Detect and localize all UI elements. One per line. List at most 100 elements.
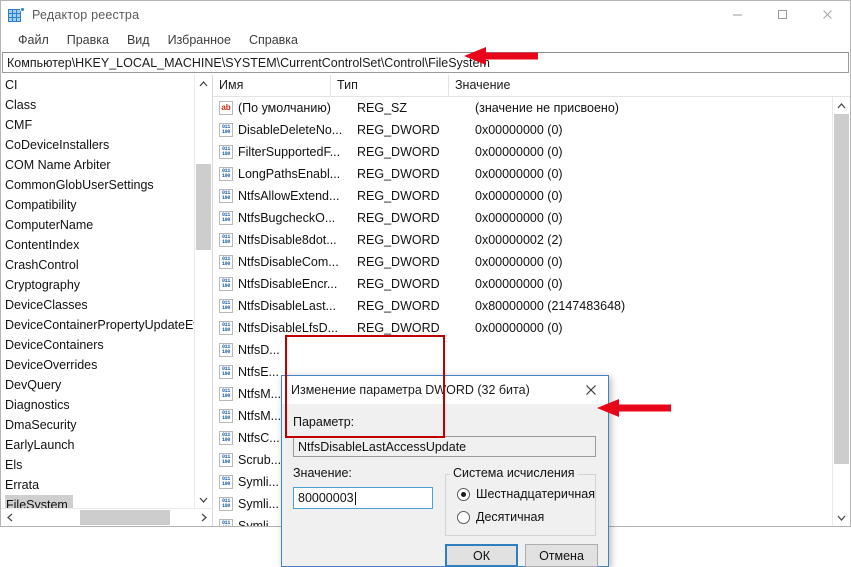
tree-item[interactable]: Diagnostics	[1, 395, 194, 415]
column-header-name[interactable]: Имя	[213, 75, 331, 96]
tree-hscroll-thumb[interactable]	[80, 510, 170, 525]
tree-item[interactable]: FileSystem	[1, 495, 194, 508]
tree-hscroll-track[interactable]	[18, 509, 195, 526]
tree-item[interactable]: DeviceContainerPropertyUpdateEver	[1, 315, 194, 335]
menu-bar: Файл Правка Вид Избранное Справка	[1, 28, 850, 52]
radio-knob-icon	[457, 488, 470, 501]
dword-value-icon: 011100	[219, 255, 233, 269]
scroll-right-icon[interactable]	[195, 509, 212, 526]
dword-value-icon: 011100	[219, 189, 233, 203]
dword-value-icon: 011100	[219, 475, 233, 489]
table-row[interactable]: 011100NtfsDisableLast...REG_DWORD0x80000…	[213, 295, 832, 317]
radio-decimal[interactable]: Десятичная	[457, 510, 544, 524]
tree-item[interactable]: ComputerName	[1, 215, 194, 235]
tree-item[interactable]: CI	[1, 75, 194, 95]
dialog-title: Изменение параметра DWORD (32 бита)	[282, 383, 530, 397]
table-row[interactable]: 011100NtfsDisableCom...REG_DWORD0x000000…	[213, 251, 832, 273]
base-group-label: Система исчисления	[450, 466, 578, 480]
parameter-name-field[interactable]: NtfsDisableLastAccessUpdate	[293, 436, 596, 457]
address-input[interactable]: Компьютер\HKEY_LOCAL_MACHINE\SYSTEM\Curr…	[2, 52, 849, 73]
cell-type: REG_DWORD	[351, 167, 469, 181]
menu-item-view[interactable]: Вид	[118, 31, 159, 49]
column-header-value[interactable]: Значение	[449, 75, 850, 96]
tree-item[interactable]: CoDeviceInstallers	[1, 135, 194, 155]
cancel-button[interactable]: Отмена	[525, 544, 598, 567]
column-header-type[interactable]: Тип	[331, 75, 449, 96]
close-icon[interactable]	[805, 1, 850, 28]
scroll-up-icon[interactable]	[833, 97, 850, 114]
value-label: Значение:	[293, 466, 352, 480]
table-row[interactable]: 011100NtfsAllowExtend...REG_DWORD0x00000…	[213, 185, 832, 207]
table-row[interactable]: 011100NtfsDisable8dot...REG_DWORD0x00000…	[213, 229, 832, 251]
tree-item[interactable]: CrashControl	[1, 255, 194, 275]
address-bar-container: Компьютер\HKEY_LOCAL_MACHINE\SYSTEM\Curr…	[2, 52, 849, 74]
value-input[interactable]: 80000003	[293, 487, 433, 509]
table-row[interactable]: 011100DisableDeleteNo...REG_DWORD0x00000…	[213, 119, 832, 141]
radio-hexadecimal[interactable]: Шестнадцатеричная	[457, 487, 595, 501]
tree-item[interactable]: DeviceOverrides	[1, 355, 194, 375]
cell-name: (По умолчанию)	[238, 101, 351, 115]
menu-item-favorites[interactable]: Избранное	[159, 31, 240, 49]
menu-item-edit[interactable]: Правка	[58, 31, 118, 49]
tree-item[interactable]: Compatibility	[1, 195, 194, 215]
close-icon[interactable]	[574, 376, 608, 404]
cell-name: NtfsDisableCom...	[238, 255, 351, 269]
tree-item[interactable]: DeviceClasses	[1, 295, 194, 315]
ok-button[interactable]: ОК	[445, 544, 518, 567]
dword-value-icon: 011100	[219, 167, 233, 181]
registry-tree-pane: CIClassCMFCoDeviceInstallersCOM Name Arb…	[1, 75, 213, 526]
table-row[interactable]: ab(По умолчанию)REG_SZ(значение не присв…	[213, 97, 832, 119]
cell-name: NtfsDisable8dot...	[238, 233, 351, 247]
tree-item[interactable]: DeviceContainers	[1, 335, 194, 355]
dword-value-icon: 011100	[219, 519, 233, 526]
dword-value-icon: 011100	[219, 299, 233, 313]
table-row[interactable]: 011100NtfsBugcheckO...REG_DWORD0x0000000…	[213, 207, 832, 229]
cell-name: NtfsDisableLast...	[238, 299, 351, 313]
list-scroll-thumb[interactable]	[834, 114, 849, 464]
tree-item[interactable]: COM Name Arbiter	[1, 155, 194, 175]
list-scroll-track[interactable]	[833, 114, 850, 509]
dword-value-icon: 011100	[219, 387, 233, 401]
registry-tree[interactable]: CIClassCMFCoDeviceInstallersCOM Name Arb…	[1, 75, 194, 508]
tree-scroll-thumb[interactable]	[196, 164, 211, 250]
cell-name: NtfsDisableEncr...	[238, 277, 351, 291]
cell-type: REG_DWORD	[351, 189, 469, 203]
cell-name: NtfsD...	[238, 343, 351, 357]
tree-item[interactable]: CMF	[1, 115, 194, 135]
tree-item[interactable]: Errata	[1, 475, 194, 495]
dialog-body: Параметр: NtfsDisableLastAccessUpdate Зн…	[282, 404, 608, 566]
dword-value-icon: 011100	[219, 321, 233, 335]
tree-item[interactable]: EarlyLaunch	[1, 435, 194, 455]
table-row[interactable]: 011100NtfsDisableLfsD...REG_DWORD0x00000…	[213, 317, 832, 339]
table-row[interactable]: 011100NtfsD...	[213, 339, 832, 361]
tree-horizontal-scrollbar[interactable]	[1, 508, 212, 526]
tree-item[interactable]: Els	[1, 455, 194, 475]
menu-item-help[interactable]: Справка	[240, 31, 307, 49]
registry-editor-window: Редактор реестра Файл Правка Вид Избранн…	[0, 0, 851, 527]
table-row[interactable]: 011100NtfsDisableEncr...REG_DWORD0x00000…	[213, 273, 832, 295]
radio-hexadecimal-label: Шестнадцатеричная	[476, 487, 595, 501]
edit-dword-dialog: Изменение параметра DWORD (32 бита) Пара…	[281, 375, 609, 567]
scroll-down-icon[interactable]	[833, 509, 850, 526]
cell-value: 0x00000000 (0)	[469, 321, 832, 335]
list-vertical-scrollbar[interactable]	[832, 97, 850, 526]
tree-item[interactable]: Class	[1, 95, 194, 115]
tree-scroll-track[interactable]	[195, 92, 212, 491]
maximize-icon[interactable]	[760, 1, 805, 28]
tree-item[interactable]: DmaSecurity	[1, 415, 194, 435]
scroll-left-icon[interactable]	[1, 509, 18, 526]
cell-name: FilterSupportedF...	[238, 145, 351, 159]
scroll-down-icon[interactable]	[195, 491, 212, 508]
table-row[interactable]: 011100LongPathsEnabl...REG_DWORD0x000000…	[213, 163, 832, 185]
tree-item[interactable]: CommonGlobUserSettings	[1, 175, 194, 195]
table-row[interactable]: 011100FilterSupportedF...REG_DWORD0x0000…	[213, 141, 832, 163]
minimize-icon[interactable]	[715, 1, 760, 28]
tree-item[interactable]: ContentIndex	[1, 235, 194, 255]
tree-vertical-scrollbar[interactable]	[194, 75, 212, 508]
cell-name: NtfsDisableLfsD...	[238, 321, 351, 335]
menu-item-file[interactable]: Файл	[9, 31, 58, 49]
tree-item[interactable]: Cryptography	[1, 275, 194, 295]
scroll-up-icon[interactable]	[195, 75, 212, 92]
cell-type: REG_DWORD	[351, 123, 469, 137]
tree-item[interactable]: DevQuery	[1, 375, 194, 395]
